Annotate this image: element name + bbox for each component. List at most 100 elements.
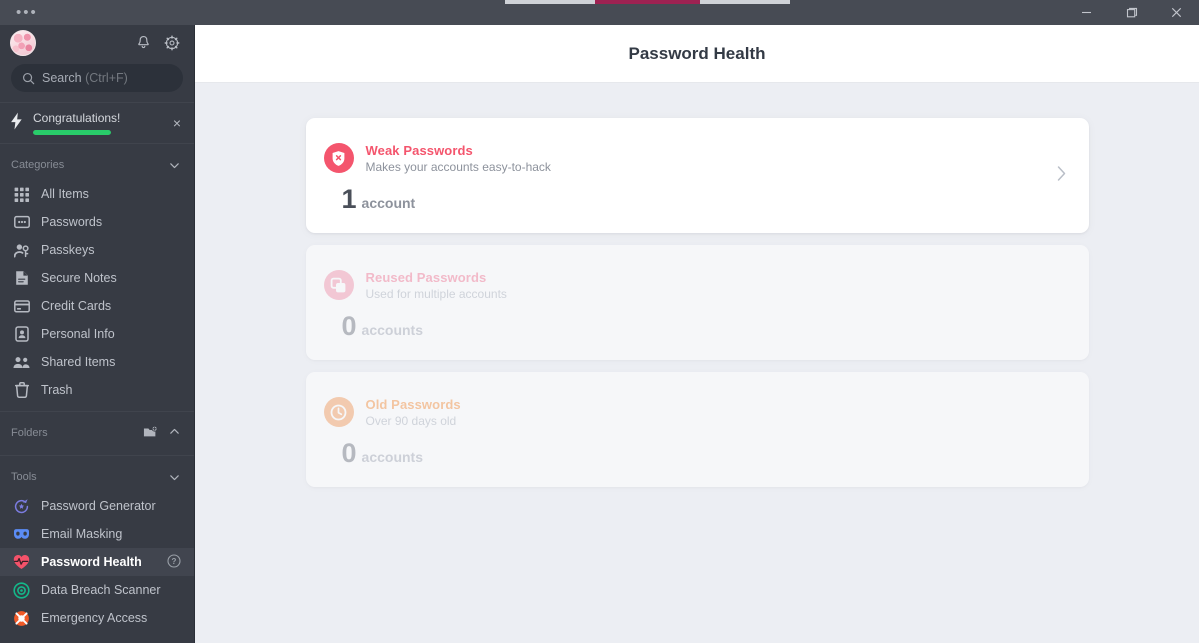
card-subtitle: Over 90 days old: [365, 413, 457, 428]
card-count-row: 0 accounts: [341, 310, 1067, 341]
card-count-number: 0: [341, 310, 357, 341]
card-text-group: Weak Passwords Makes your accounts easy-t…: [366, 143, 551, 174]
card-subtitle: Used for multiple accounts: [365, 286, 507, 301]
card-count-unit: account: [361, 194, 416, 211]
card-count-unit: accounts: [361, 321, 423, 338]
card-count-number: 1: [341, 183, 357, 214]
nav-item-label: Data Breach Scanner: [41, 583, 161, 597]
folders-section-header[interactable]: Folders: [0, 418, 194, 448]
card-body: Reused Passwords Used for multiple accoun…: [323, 245, 1067, 360]
card-count-number: 0: [341, 437, 357, 468]
sidebar: Search (Ctrl+F) Congratulations! × Categ…: [0, 25, 195, 643]
sidebar-divider-1: [0, 411, 194, 412]
maximize-button[interactable]: [1109, 0, 1154, 25]
notifications-button[interactable]: [136, 35, 151, 50]
categories-section-header[interactable]: Categories: [0, 150, 194, 180]
banner-content: Congratulations!: [33, 111, 161, 135]
restore-icon: [1126, 7, 1137, 17]
sidebar-item-credit-cards[interactable]: Credit Cards: [0, 292, 194, 320]
new-folder-icon: [143, 425, 158, 436]
sidebar-top-icons: [136, 35, 180, 51]
window-controls: [1064, 0, 1199, 25]
folders-actions: [143, 425, 181, 442]
close-button[interactable]: [1154, 0, 1199, 25]
minimize-icon: [1082, 11, 1091, 14]
note-icon: [13, 270, 30, 287]
window-titlebar: •••: [0, 0, 1199, 25]
nav-item-label: All Items: [41, 187, 89, 201]
card-count-unit: accounts: [361, 448, 423, 465]
sidebar-item-secure-notes[interactable]: Secure Notes: [0, 264, 194, 292]
page-title: Password Health: [628, 43, 766, 63]
tool-item-data-breach-scanner[interactable]: Data Breach Scanner: [0, 576, 194, 604]
banner-close-button[interactable]: ×: [170, 114, 184, 132]
credit-card-icon: [13, 298, 30, 315]
card-text-group: Reused Passwords Used for multiple accoun…: [366, 270, 507, 301]
sidebar-item-all-items[interactable]: All Items: [0, 180, 194, 208]
sidebar-item-passkeys[interactable]: Passkeys: [0, 236, 194, 264]
add-folder-button[interactable]: [143, 425, 158, 442]
sidebar-item-passwords[interactable]: Passwords: [0, 208, 194, 236]
chevron-right-icon[interactable]: [1056, 165, 1067, 186]
avatar[interactable]: [10, 29, 36, 56]
window-body: Search (Ctrl+F) Congratulations! × Categ…: [0, 25, 1199, 643]
generator-icon: [13, 498, 30, 515]
nav-item-label: Shared Items: [41, 355, 116, 369]
banner-title: Congratulations!: [33, 111, 121, 125]
congratulations-banner[interactable]: Congratulations! ×: [0, 102, 194, 144]
sidebar-item-personal-info[interactable]: Personal Info: [0, 320, 194, 348]
tools-section-header[interactable]: Tools: [0, 462, 194, 492]
scanner-icon: [13, 581, 30, 599]
card-badge-copy-icon: [323, 270, 354, 300]
window-menu-button[interactable]: •••: [0, 5, 38, 20]
search-input[interactable]: Search (Ctrl+F): [11, 64, 183, 92]
settings-button[interactable]: [164, 35, 180, 51]
close-icon: [1171, 7, 1182, 18]
card-title: Reused Passwords: [365, 269, 487, 285]
nav-item-label: Passkeys: [41, 243, 95, 257]
main-panel: Password Health Weak Passwords Makes your…: [195, 25, 1199, 643]
titlebar-strip-segment: [595, 0, 700, 4]
card-old-passwords[interactable]: Old Passwords Over 90 days old 0 accounts: [305, 372, 1089, 487]
card-count-row: 1 account: [341, 183, 1067, 214]
tool-item-password-health[interactable]: Password Health?: [0, 548, 194, 576]
tools-list: Password Generator Email Masking Password …: [0, 492, 194, 632]
categories-list: All Items Passwords Passkeys Secure Notes Cr…: [0, 180, 194, 404]
nav-item-label: Passwords: [41, 215, 103, 229]
sidebar-item-trash[interactable]: Trash: [0, 376, 194, 404]
card-reused-passwords[interactable]: Reused Passwords Used for multiple accoun…: [305, 245, 1089, 360]
progress-bar: [33, 130, 111, 135]
lightning-bolt-icon: [9, 112, 24, 135]
main-content: Weak Passwords Makes your accounts easy-t…: [195, 83, 1199, 643]
gear-icon: [164, 35, 180, 50]
help-icon[interactable]: ?: [167, 553, 181, 571]
categories-collapse-button[interactable]: [168, 159, 181, 172]
card-badge-clock-icon: [323, 397, 354, 427]
folders-heading: Folders: [11, 427, 48, 439]
card-body: Old Passwords Over 90 days old 0 accounts: [323, 372, 1067, 487]
tool-item-password-generator[interactable]: Password Generator: [0, 492, 194, 520]
clock-icon: [330, 404, 347, 420]
mask-icon: [13, 526, 30, 543]
card-title: Old Passwords: [365, 396, 461, 412]
card-heading-row: Reused Passwords Used for multiple accoun…: [323, 270, 1067, 301]
nav-item-label: Password Health: [41, 555, 142, 569]
titlebar-strip-segment: [505, 0, 595, 4]
card-title: Weak Passwords: [365, 142, 473, 158]
tools-collapse-button[interactable]: [168, 471, 181, 484]
card-subtitle: Makes your accounts easy-to-hack: [365, 159, 551, 174]
tool-item-emergency-access[interactable]: Emergency Access: [0, 604, 194, 632]
card-weak-passwords[interactable]: Weak Passwords Makes your accounts easy-t…: [305, 118, 1089, 233]
categories-heading: Categories: [11, 159, 65, 171]
sidebar-divider-2: [0, 455, 194, 456]
nav-item-label: Email Masking: [41, 527, 123, 541]
shield-x-icon: [332, 150, 345, 166]
copy-icon: [330, 277, 346, 292]
tool-item-email-masking[interactable]: Email Masking: [0, 520, 194, 548]
sidebar-item-shared-items[interactable]: Shared Items: [0, 348, 194, 376]
nav-item-label: Secure Notes: [41, 271, 117, 285]
card-text-group: Old Passwords Over 90 days old: [366, 397, 461, 428]
folders-collapse-button[interactable]: [168, 425, 181, 441]
trash-icon: [13, 382, 30, 399]
minimize-button[interactable]: [1064, 0, 1109, 25]
